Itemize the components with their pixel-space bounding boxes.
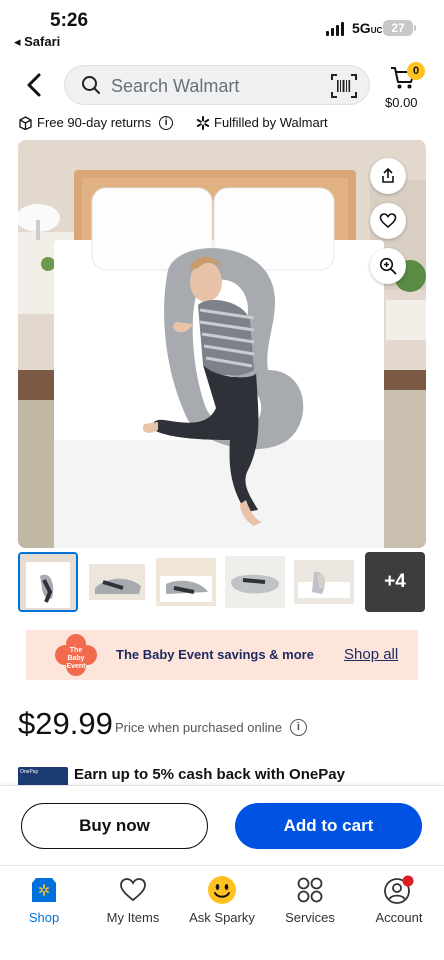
return-box-icon	[19, 115, 32, 130]
onepay-offer[interactable]: OnePay Earn up to 5% cash back with OneP…	[18, 765, 426, 787]
nav-my-items[interactable]: My Items	[88, 876, 178, 925]
onepay-card-icon: OnePay	[18, 767, 68, 787]
nav-services-label: Services	[285, 910, 335, 925]
thumbnail-image	[156, 552, 216, 612]
nav-my-items-label: My Items	[106, 910, 160, 925]
purchase-action-bar: Buy now Add to cart	[0, 785, 444, 865]
onepay-text: Earn up to 5% cash back with OnePay	[74, 766, 345, 783]
thumbnail-image	[294, 552, 354, 612]
services-icon	[297, 877, 323, 903]
thumbnail-2[interactable]	[87, 552, 147, 612]
price-note-label: Price when purchased online	[115, 720, 282, 735]
product-image[interactable]	[18, 140, 426, 548]
buy-now-button[interactable]: Buy now	[21, 803, 208, 849]
nav-shop-label: Shop	[28, 910, 60, 925]
more-images-button[interactable]: +4	[365, 552, 425, 612]
zoom-button[interactable]	[370, 248, 406, 284]
heart-outline-icon	[379, 213, 397, 229]
search-input[interactable]	[111, 72, 331, 100]
thumbnail-4[interactable]	[225, 552, 285, 612]
thumbnail-image	[225, 552, 285, 612]
thumbnail-image	[87, 552, 147, 612]
nav-ask-sparky-label: Ask Sparky	[189, 910, 255, 925]
favorite-button[interactable]	[370, 203, 406, 239]
promo-title: The Baby Event savings & more	[116, 647, 314, 662]
back-button[interactable]	[20, 70, 50, 100]
shop-icon	[32, 878, 56, 902]
fulfilled-label: Fulfilled by Walmart	[214, 115, 328, 130]
spark-icon	[196, 115, 210, 130]
share-icon	[382, 168, 394, 183]
free-returns-benefit: Free 90-day returns i	[18, 115, 174, 130]
cart-total: $0.00	[385, 95, 418, 110]
thumbnail-strip: +4	[18, 552, 426, 612]
product-price: $29.99	[18, 706, 113, 741]
header: 0 $0.00	[0, 58, 444, 114]
nav-account[interactable]: Account	[354, 875, 444, 925]
nav-account-label: Account	[375, 910, 423, 925]
cart-count-badge: 0	[407, 62, 425, 80]
share-button[interactable]	[370, 158, 406, 194]
price-info-icon[interactable]: i	[289, 719, 307, 736]
status-time: 5:26	[50, 10, 89, 31]
baby-event-logo-text: The Baby Event	[66, 647, 86, 670]
thumbnail-5[interactable]	[294, 552, 354, 612]
search-bar[interactable]	[64, 65, 370, 105]
barcode-scan-icon[interactable]	[331, 74, 357, 98]
thumbnail-1[interactable]	[18, 552, 78, 612]
price-note: Price when purchased online i	[115, 719, 307, 736]
status-bar: 5:26 ◂ Safari 5GUC 27	[0, 0, 444, 52]
nav-shop[interactable]: Shop	[0, 876, 89, 925]
sparky-icon	[208, 876, 236, 904]
nav-services[interactable]: Services	[265, 876, 355, 925]
zoom-in-icon	[379, 257, 397, 275]
bottom-nav: Shop My Items Ask Sparky Services Accoun…	[0, 865, 444, 960]
search-icon	[82, 76, 100, 94]
thumbnail-3[interactable]	[156, 552, 216, 612]
fulfilled-benefit: Fulfilled by Walmart	[196, 115, 328, 130]
product-photo	[18, 140, 426, 548]
baby-event-banner[interactable]: The Baby Event The Baby Event savings & …	[26, 630, 418, 680]
returns-info-icon[interactable]: i	[159, 115, 174, 130]
back-to-safari-link[interactable]: ◂ Safari	[14, 34, 60, 50]
shop-all-link[interactable]: Shop all	[344, 646, 398, 663]
chevron-left-icon	[27, 73, 41, 97]
network-label: 5GUC	[352, 20, 383, 36]
add-to-cart-button[interactable]: Add to cart	[235, 803, 422, 849]
signal-icon	[326, 22, 346, 36]
heart-icon	[120, 878, 146, 902]
battery-icon: 27	[383, 20, 416, 36]
free-returns-label: Free 90-day returns	[37, 115, 152, 130]
cart-button[interactable]: 0 $0.00	[380, 60, 430, 114]
nav-ask-sparky[interactable]: Ask Sparky	[177, 876, 267, 925]
account-icon	[384, 875, 414, 904]
thumbnail-image	[20, 554, 76, 610]
